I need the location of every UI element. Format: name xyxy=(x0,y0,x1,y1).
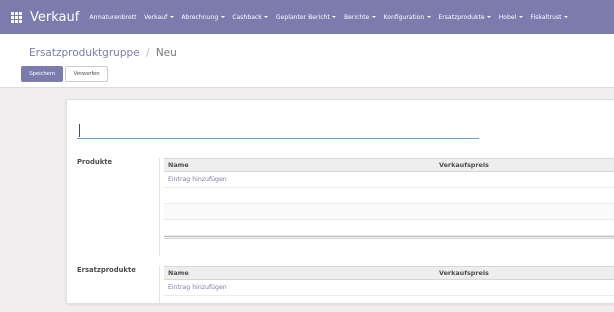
nav-menu-label: Armaturenbrett xyxy=(89,13,137,21)
discard-button[interactable]: Verwerfen xyxy=(65,66,108,82)
breadcrumb-parent-link[interactable]: Ersatzproduktgruppe xyxy=(29,47,140,59)
caret-down-icon xyxy=(518,16,523,18)
nav-menu-item[interactable]: Hobel xyxy=(499,14,523,21)
caret-down-icon xyxy=(332,16,337,18)
app-brand[interactable]: Verkauf xyxy=(30,10,79,25)
table-row xyxy=(164,220,614,236)
nav-menu-item[interactable]: Abrechnung xyxy=(181,13,225,21)
caret-down-icon xyxy=(264,16,269,18)
field-divider xyxy=(159,158,160,256)
products-label: Produkte xyxy=(77,158,113,166)
nav-menu-label: Geplanter Bericht xyxy=(275,13,330,21)
text-cursor xyxy=(79,124,80,137)
caret-down-icon xyxy=(220,16,225,18)
nav-menu-item[interactable]: Verkauf xyxy=(144,14,174,21)
table-row xyxy=(164,204,614,220)
apps-grid-icon[interactable] xyxy=(11,11,22,23)
main-menu: Armaturenbrett Verkauf Abrechnung Cashback G… xyxy=(89,14,575,21)
nav-menu-label: Hobel xyxy=(498,13,517,21)
column-header-price[interactable]: Verkaufspreis xyxy=(439,161,489,169)
nav-menu-label: Berichte xyxy=(343,13,370,21)
nav-menu-item[interactable]: Konfiguration xyxy=(384,14,431,21)
add-line-link[interactable]: Eintrag hinzufügen xyxy=(168,284,227,291)
column-header-price[interactable]: Verkaufspreis xyxy=(439,269,489,277)
nav-menu-label: Konfiguration xyxy=(383,13,425,21)
nav-menu-label: Abrechnung xyxy=(181,13,219,21)
nav-menu-item[interactable]: Ersatzprodukte xyxy=(438,13,492,21)
top-navbar: Verkauf Armaturenbrett Verkauf Abrechnung C… xyxy=(0,0,614,34)
nav-menu-label: Verkauf xyxy=(144,13,168,21)
form-sheet: Produkte Name Verkaufspreis Eintrag hinz… xyxy=(66,99,614,306)
nav-menu-item[interactable]: Geplanter Bericht xyxy=(275,13,337,21)
add-line-link[interactable]: Eintrag hinzufügen xyxy=(168,176,227,183)
breadcrumb: Ersatzproduktgruppe / Neu xyxy=(29,47,177,59)
breadcrumb-current: Neu xyxy=(155,47,177,59)
caret-down-icon xyxy=(371,16,376,18)
save-button[interactable]: Speichern xyxy=(21,66,63,82)
breadcrumb-separator: / xyxy=(145,47,150,59)
caret-down-icon xyxy=(487,16,492,18)
column-header-name[interactable]: Name xyxy=(168,161,189,169)
nav-menu-label: Cashback xyxy=(232,13,262,21)
caret-down-icon xyxy=(426,16,431,18)
table-header: Name Verkaufspreis xyxy=(164,158,614,172)
caret-down-icon xyxy=(564,16,569,18)
nav-menu-item[interactable]: Cashback xyxy=(232,13,269,21)
nav-menu-label: Fiskaltrust xyxy=(530,13,562,21)
replacements-label: Ersatzprodukte xyxy=(77,266,136,274)
table-row: Eintrag hinzufügen xyxy=(164,172,614,188)
column-header-name[interactable]: Name xyxy=(168,269,189,277)
table-header: Name Verkaufspreis xyxy=(164,266,614,280)
caret-down-icon xyxy=(169,16,174,18)
nav-menu-label: Ersatzprodukte xyxy=(438,13,485,21)
nav-menu-item[interactable]: Berichte xyxy=(344,14,376,21)
replacements-table: Name Verkaufspreis Eintrag hinzufügen xyxy=(164,266,614,296)
table-row xyxy=(164,188,614,204)
form-view: Produkte Name Verkaufspreis Eintrag hinz… xyxy=(0,89,614,312)
nav-menu-item[interactable]: Fiskaltrust xyxy=(530,13,569,21)
table-row: Eintrag hinzufügen xyxy=(164,280,614,296)
name-field[interactable] xyxy=(77,122,479,139)
table-footer xyxy=(164,236,614,239)
control-panel: Ersatzproduktgruppe / Neu Speichern Verw… xyxy=(0,34,614,88)
nav-menu-item[interactable]: Armaturenbrett xyxy=(89,14,136,21)
products-table: Name Verkaufspreis Eintrag hinzufügen xyxy=(164,158,614,239)
field-divider xyxy=(159,266,160,306)
